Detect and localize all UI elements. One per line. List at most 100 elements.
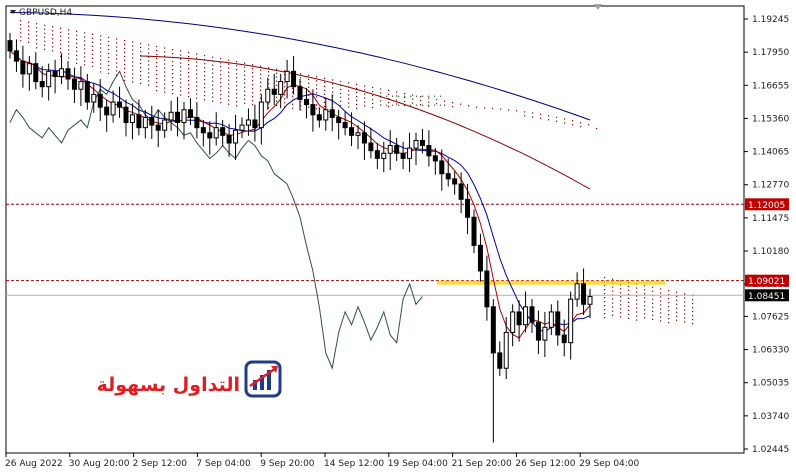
candle-body — [84, 81, 90, 103]
cloud-dot — [180, 70, 182, 72]
cloud-dot — [220, 102, 222, 104]
cloud-dot — [292, 95, 294, 97]
cloud-dot — [356, 83, 358, 86]
cloud-dot — [392, 95, 394, 97]
candle-body — [71, 78, 77, 90]
cloud-dot — [388, 101, 390, 104]
cloud-dot — [244, 90, 246, 92]
cloud-dot — [172, 68, 174, 71]
cloud-dot — [188, 72, 190, 74]
cloud-dot — [124, 79, 126, 82]
candle-body — [516, 311, 522, 326]
cloud-dot — [404, 100, 406, 103]
price-tick-label: 1.19245 — [752, 15, 789, 25]
cloud-dot — [652, 318, 654, 320]
symbol-title: GBPUSD,H4 — [19, 8, 72, 18]
chart-shift-icon[interactable] — [594, 4, 602, 10]
cloud-dot — [324, 93, 326, 95]
cloud-dot — [508, 109, 510, 111]
cloud-dot — [92, 65, 94, 68]
cloud-dot — [116, 54, 118, 56]
cloud-dot — [124, 39, 126, 42]
cloud-dot — [588, 124, 590, 126]
ichimoku-cloud — [20, 20, 694, 325]
cloud-dot — [44, 36, 46, 38]
cloud-dot — [612, 298, 614, 300]
cloud-dot — [236, 77, 238, 79]
cloud-dot — [324, 85, 326, 87]
cloud-dot — [284, 86, 286, 88]
cloud-dot — [172, 84, 174, 87]
cloud-dot — [340, 100, 342, 103]
cloud-dot — [148, 68, 150, 70]
cloud-dot — [220, 82, 222, 84]
cloud-dot — [692, 298, 694, 301]
cloud-dot — [132, 81, 134, 83]
cloud-dot — [612, 306, 614, 308]
cloud-dot — [604, 304, 606, 307]
cloud-dot — [692, 322, 694, 325]
cloud-dot — [404, 96, 406, 99]
cloud-dot — [180, 94, 182, 96]
chart-window[interactable]: 1.19245 1.17950 1.16655 1.15360 1.14065 1.127… — [0, 0, 796, 473]
cloud-dot — [68, 45, 70, 47]
cloud-dot — [100, 51, 102, 53]
cloud-dot — [132, 65, 134, 67]
cloud-dot — [156, 53, 158, 56]
candle-body — [329, 109, 335, 118]
cloud-dot — [676, 291, 678, 293]
cloud-dot — [596, 127, 598, 130]
cloud-dot — [140, 66, 142, 69]
cloud-dot — [244, 74, 246, 76]
cloud-dot — [428, 95, 430, 97]
cloud-dot — [612, 286, 614, 288]
cloud-dot — [324, 77, 326, 79]
cloud-dot — [212, 88, 214, 90]
cloud-dot — [644, 317, 646, 319]
candle-body — [542, 326, 548, 341]
cloud-dot — [172, 64, 174, 67]
cloud-dot — [364, 89, 366, 91]
cloud-dot — [636, 311, 638, 313]
cloud-dot — [612, 290, 614, 292]
cloud-dot — [244, 70, 246, 72]
candle-body — [452, 178, 458, 185]
candle-body — [52, 70, 58, 77]
price-chart[interactable]: 1.19245 1.17950 1.16655 1.15360 1.14065 1.127… — [0, 0, 796, 473]
cloud-dot — [340, 92, 342, 95]
price-marker-label: 1.09021 — [748, 277, 785, 287]
cloud-dot — [100, 71, 102, 73]
cloud-dot — [20, 20, 22, 22]
cloud-dot — [140, 46, 142, 49]
cloud-dot — [164, 91, 166, 93]
time-tick-label: 14 Sep 12:00 — [324, 459, 384, 469]
cloud-dot — [422, 104, 424, 106]
cloud-dot — [684, 297, 686, 299]
candle-body — [523, 306, 529, 326]
cloud-dot — [188, 88, 190, 90]
cloud-dot — [36, 27, 38, 29]
cloud-dot — [212, 64, 214, 66]
cloud-dot — [156, 85, 158, 88]
cloud-dot — [348, 106, 350, 108]
cloud-dot — [276, 80, 278, 82]
dropdown-arrow-icon[interactable] — [10, 10, 16, 14]
cloud-dot — [652, 306, 654, 308]
chart-title[interactable]: GBPUSD,H4 — [10, 8, 72, 18]
candle-body — [194, 116, 200, 129]
cloud-dot — [140, 78, 142, 81]
cloud-dot — [212, 68, 214, 70]
cloud-dot — [348, 102, 350, 104]
cloud-dot — [236, 81, 238, 83]
cloud-dot — [268, 71, 270, 73]
cloud-dot — [252, 88, 254, 90]
cloud-dot — [220, 98, 222, 100]
cloud-dot — [84, 52, 86, 54]
cloud-dot — [164, 51, 166, 53]
cloud-dot — [276, 96, 278, 98]
cloud-dot — [636, 303, 638, 305]
cloud-dot — [340, 96, 342, 99]
cloud-dot — [372, 86, 374, 89]
cloud-dot — [660, 304, 662, 306]
candle-body — [220, 127, 226, 136]
